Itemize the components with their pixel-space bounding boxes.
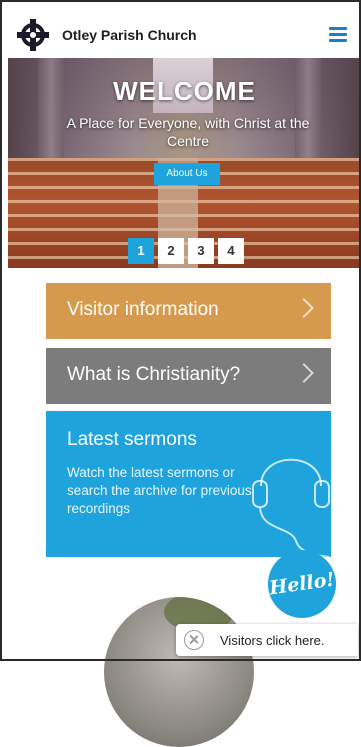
celtic-cross-icon[interactable] <box>16 18 50 52</box>
latest-sermons-card[interactable]: Latest sermons Watch the latest sermons … <box>46 411 331 557</box>
latest-sermons-title: Latest sermons <box>67 429 197 450</box>
chevron-right-icon <box>294 298 314 318</box>
carousel-page-2[interactable]: 2 <box>158 238 184 264</box>
chevron-right-icon <box>294 363 314 383</box>
visitors-prompt-bar[interactable]: Visitors click here. <box>176 624 358 656</box>
visitor-information-label: Visitor information <box>67 299 219 320</box>
visitor-information-card[interactable]: Visitor information <box>46 283 331 339</box>
hello-chat-bubble[interactable]: Hello! <box>268 550 336 618</box>
carousel-page-4[interactable]: 4 <box>218 238 244 264</box>
close-icon[interactable] <box>184 630 204 650</box>
latest-sermons-description: Watch the latest sermons or search the a… <box>67 465 252 516</box>
hamburger-menu-icon[interactable] <box>329 27 347 42</box>
headphones-icon <box>252 458 330 557</box>
carousel-page-3[interactable]: 3 <box>188 238 214 264</box>
carousel-page-1[interactable]: 1 <box>128 238 154 264</box>
site-title[interactable]: Otley Parish Church <box>62 27 197 43</box>
what-is-christianity-label: What is Christianity? <box>67 364 241 385</box>
hello-label: Hello! <box>268 568 336 600</box>
visitors-prompt-text[interactable]: Visitors click here. <box>220 633 325 648</box>
featured-circular-image <box>104 597 254 747</box>
hero-title: WELCOME <box>113 76 256 106</box>
hero-carousel: WELCOME A Place for Everyone, with Chris… <box>8 58 361 268</box>
about-us-button[interactable]: About Us <box>154 163 220 185</box>
hero-subtitle: A Place for Everyone, with Christ at the… <box>66 115 310 149</box>
carousel-pager: 1 2 3 4 <box>128 238 244 264</box>
what-is-christianity-card[interactable]: What is Christianity? <box>46 348 331 404</box>
site-header: Otley Parish Church <box>0 0 361 58</box>
